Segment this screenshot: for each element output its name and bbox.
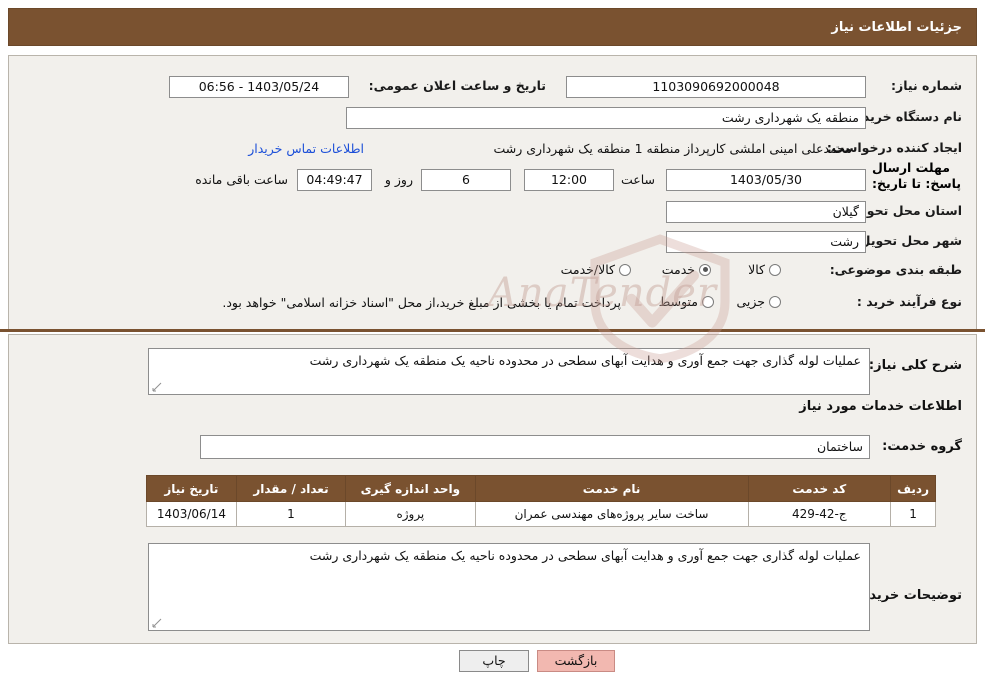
days-label: روز و <box>384 172 413 187</box>
city-label: شهر محل تحویل: <box>854 233 962 248</box>
creator-value: محمدعلی امینی املشی کارپرداز منطقه 1 منط… <box>493 141 852 156</box>
need-number-row: شماره نیاز: <box>891 78 962 93</box>
remaining-value: 04:49:47 <box>297 169 372 191</box>
radio-icon <box>769 263 781 276</box>
td-service-code: ج-42-429 <box>747 501 892 527</box>
print-button[interactable]: چاپ <box>459 650 529 672</box>
general-desc-value: عملیات لوله گذاری جهت جمع آوری و هدایت آ… <box>148 348 870 395</box>
public-announce-value: 1403/05/24 - 06:56 <box>169 76 349 98</box>
page-title: جزئیات اطلاعات نیاز <box>831 19 962 35</box>
buyer-org-value: منطقه یک شهرداری رشت <box>346 107 866 129</box>
buyer-notes-value: عملیات لوله گذاری جهت جمع آوری و هدایت آ… <box>148 543 870 631</box>
td-quantity: 1 <box>235 501 347 527</box>
hour-value: 12:00 <box>524 169 614 191</box>
td-unit: پروژه <box>345 501 476 527</box>
general-desc-label: شرح کلی نیاز: <box>868 358 962 373</box>
province-value: گیلان <box>666 201 866 223</box>
radio-icon <box>699 263 711 276</box>
general-desc-text: عملیات لوله گذاری جهت جمع آوری و هدایت آ… <box>309 353 861 368</box>
city-value: رشت <box>666 231 866 253</box>
deadline-label: مهلت ارسال پاسخ: تا تاریخ: <box>872 160 962 191</box>
purchase-option-jozei[interactable]: جزیی <box>736 294 781 309</box>
service-group-label: گروه خدمت: <box>882 439 962 454</box>
radio-icon <box>619 263 631 276</box>
buyer-contact-link[interactable]: اطلاعات تماس خریدار <box>248 141 364 156</box>
resize-grip-icon[interactable] <box>152 618 162 628</box>
radio-icon <box>702 295 714 308</box>
radio-icon <box>769 295 781 308</box>
category-option-label-2: کالا/خدمت <box>560 262 615 277</box>
th-quantity: تعداد / مقدار <box>235 475 347 502</box>
services-section-title: اطلاعات خدمات مورد نیاز <box>799 399 962 414</box>
td-need-date: 1403/06/14 <box>146 501 237 527</box>
th-unit: واحد اندازه گیری <box>345 475 476 502</box>
category-option-kala-khedmat[interactable]: کالا/خدمت <box>561 262 631 277</box>
category-option-khedmat[interactable]: خدمت <box>662 262 711 277</box>
table-row: 1 ج-42-429 ساخت سایر پروژه‌های مهندسی عم… <box>146 501 936 527</box>
purchase-option-label-0: جزیی <box>736 294 765 309</box>
th-radif: ردیف <box>890 475 936 502</box>
table-header-row: ردیف کد خدمت نام خدمت واحد اندازه گیری ت… <box>146 475 936 502</box>
purchase-type-label: نوع فرآیند خرید : <box>856 294 962 309</box>
need-number-value: 1103090692000048 <box>566 76 866 98</box>
th-service-name: نام خدمت <box>474 475 749 502</box>
deadline-label-wrap: مهلت ارسال پاسخ: تا تاریخ: <box>872 160 962 192</box>
th-need-date: تاریخ نیاز <box>146 475 237 502</box>
category-row: طبقه بندی موضوعی: <box>830 262 962 277</box>
deadline-date-value: 1403/05/30 <box>666 169 866 191</box>
public-announce-label: تاریخ و ساعت اعلان عمومی: <box>368 78 546 93</box>
td-service-name: ساخت سایر پروژه‌های مهندسی عمران <box>474 501 749 527</box>
city-row: شهر محل تحویل: <box>855 233 962 248</box>
need-details-panel: شرح کلی نیاز: عملیات لوله گذاری جهت جمع … <box>8 334 977 644</box>
category-option-label-0: کالا <box>748 262 765 277</box>
need-info-panel: شماره نیاز: 1103090692000048 تاریخ و ساع… <box>8 55 977 330</box>
section-divider <box>0 329 985 332</box>
page-header: جزئیات اطلاعات نیاز <box>8 8 977 46</box>
category-option-kala[interactable]: کالا <box>748 262 781 277</box>
remaining-label: ساعت باقی مانده <box>195 172 288 187</box>
services-table: ردیف کد خدمت نام خدمت واحد اندازه گیری ت… <box>146 475 936 527</box>
need-number-label: شماره نیاز: <box>891 78 962 93</box>
hour-label: ساعت <box>620 172 655 187</box>
service-group-value: ساختمان <box>200 435 870 459</box>
buyer-notes-text: عملیات لوله گذاری جهت جمع آوری و هدایت آ… <box>309 548 861 563</box>
public-announce-row: تاریخ و ساعت اعلان عمومی: <box>369 78 546 93</box>
purchase-option-motevaset[interactable]: متوسط <box>659 294 714 309</box>
category-option-label-1: خدمت <box>661 262 695 277</box>
td-radif: 1 <box>890 501 936 527</box>
purchase-type-row: نوع فرآیند خرید : <box>857 294 962 309</box>
days-value: 6 <box>421 169 511 191</box>
page-root: جزئیات اطلاعات نیاز شماره نیاز: 11030906… <box>0 0 985 691</box>
category-label: طبقه بندی موضوعی: <box>829 262 962 277</box>
back-button[interactable]: بازگشت <box>537 650 615 672</box>
resize-grip-icon[interactable] <box>152 382 162 392</box>
th-service-code: کد خدمت <box>747 475 892 502</box>
purchase-note: پرداخت تمام یا بخشی از مبلغ خرید،از محل … <box>222 295 621 310</box>
purchase-option-label-1: متوسط <box>658 294 698 309</box>
